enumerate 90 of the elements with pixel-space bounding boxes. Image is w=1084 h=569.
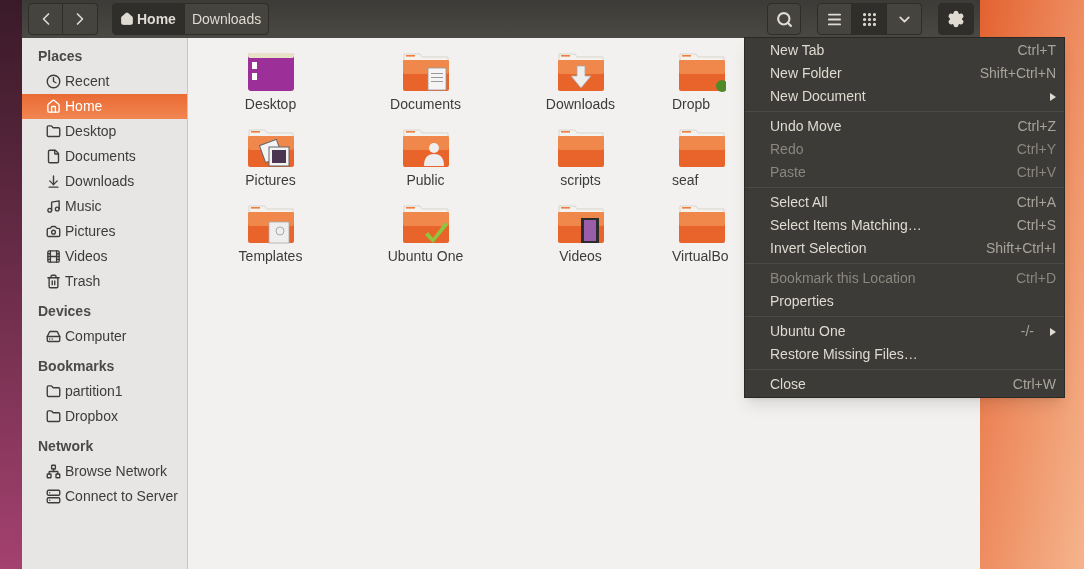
sidebar-item[interactable]: Videos	[22, 244, 187, 269]
menu-item[interactable]: Invert Selection Shift+Ctrl+I	[745, 237, 1064, 260]
grid-view-button[interactable]	[852, 3, 887, 35]
folder-icon	[678, 204, 726, 244]
breadcrumb-button[interactable]: Downloads	[183, 3, 270, 35]
shortcut-label: Ctrl+Z	[1017, 117, 1056, 136]
document-folder-icon	[401, 52, 450, 92]
sidebar-item[interactable]: Downloads	[22, 169, 187, 194]
download-folder-icon	[556, 52, 605, 92]
submenu-arrow-icon	[1050, 92, 1056, 101]
sidebar-item[interactable]: Pictures	[22, 219, 187, 244]
file-label[interactable]: Templates	[238, 246, 303, 267]
shortcut-label: Ctrl+S	[1016, 216, 1056, 235]
menu-item[interactable]: Restore Missing Files…	[745, 343, 1064, 366]
menu-item[interactable]: Properties	[745, 290, 1064, 313]
grid-icon	[860, 10, 878, 28]
sidebar-heading: Bookmarks	[37, 356, 116, 376]
shortcut-label: Shift+Ctrl+I	[985, 239, 1056, 258]
shortcut-label: Ctrl+W	[1012, 375, 1056, 394]
list-view-button[interactable]	[817, 3, 852, 35]
file-label[interactable]: Videos	[559, 246, 602, 267]
file-label[interactable]: Documents	[390, 94, 461, 115]
submenu-arrow-icon	[1050, 327, 1056, 336]
sidebar-item[interactable]: Dropbox	[22, 404, 187, 429]
network-icon	[46, 464, 61, 479]
file-label[interactable]: seaf	[672, 170, 699, 191]
folder-icon	[46, 124, 61, 139]
file-label[interactable]: Dropb	[672, 94, 711, 115]
menu-item[interactable]: Select All Ctrl+A	[745, 191, 1064, 214]
menu-item[interactable]: Undo Move Ctrl+Z	[745, 115, 1064, 138]
sidebar-item[interactable]: Computer	[22, 324, 187, 349]
shortcut-label: Ctrl+V	[1016, 163, 1056, 182]
file-label[interactable]: Downloads	[545, 94, 616, 115]
sidebar-item[interactable]: Trash	[22, 269, 187, 294]
download-icon	[46, 174, 61, 189]
dropdown-view-button[interactable]	[887, 3, 922, 35]
home-icon	[46, 99, 61, 114]
shortcut-label: Ctrl+Y	[1016, 140, 1056, 159]
file-label[interactable]: Pictures	[245, 170, 296, 191]
shortcut-label: Ctrl+A	[1016, 193, 1056, 212]
breadcrumb-button[interactable]: Home	[112, 3, 184, 35]
checkmark-folder-icon	[401, 204, 450, 244]
sidebar-item[interactable]: Connect to Server	[22, 484, 187, 509]
sidebar-item[interactable]: Browse Network	[22, 459, 187, 484]
folder-icon	[678, 52, 726, 92]
music-icon	[46, 199, 61, 214]
menu-item[interactable]: New Document	[745, 85, 1064, 108]
sidebar-item[interactable]: Documents	[22, 144, 187, 169]
server-icon	[46, 489, 61, 504]
sidebar-item[interactable]: Music	[22, 194, 187, 219]
file-label[interactable]: Public	[406, 170, 445, 191]
shortcut-label: Ctrl+T	[1017, 41, 1056, 60]
menu-item[interactable]: New Folder Shift+Ctrl+N	[745, 62, 1064, 85]
drive-icon	[46, 329, 61, 344]
film-icon	[46, 249, 61, 264]
settings-button[interactable]	[938, 3, 974, 35]
search-icon	[775, 10, 793, 28]
shortcut-label: -/-	[1020, 322, 1034, 341]
trash-icon	[46, 274, 61, 289]
file-label[interactable]: VirtualBo	[672, 246, 729, 267]
file-label[interactable]: scripts	[560, 170, 601, 191]
document-icon	[46, 149, 61, 164]
shortcut-label: Ctrl+D	[1015, 269, 1056, 288]
folder-icon	[678, 128, 726, 168]
folder-icon	[556, 128, 605, 168]
film-folder-icon	[556, 204, 605, 244]
menu-item[interactable]: Close Ctrl+W	[745, 373, 1064, 396]
sidebar-heading: Network	[37, 436, 95, 456]
template-folder-icon	[246, 204, 295, 244]
shortcut-label: Shift+Ctrl+N	[979, 64, 1056, 83]
sidebar-item[interactable]: partition1	[22, 379, 187, 404]
menu-item[interactable]: Ubuntu One -/-	[745, 320, 1064, 343]
folder-icon	[46, 409, 61, 424]
file-label[interactable]: Desktop	[244, 94, 297, 115]
menu-item[interactable]: Select Items Matching… Ctrl+S	[745, 214, 1064, 237]
sidebar-item[interactable]: Desktop	[22, 119, 187, 144]
settings-icon	[947, 10, 965, 28]
home-icon	[120, 12, 134, 26]
recent-icon	[46, 74, 61, 89]
sidebar-heading: Devices	[37, 301, 92, 321]
file-label[interactable]: Ubuntu One	[387, 246, 464, 267]
search-button[interactable]	[767, 3, 801, 35]
camera-icon	[46, 224, 61, 239]
sidebar-heading: Places	[37, 46, 84, 66]
menu-item[interactable]: New Tab Ctrl+T	[745, 39, 1064, 62]
person-folder-icon	[401, 128, 450, 168]
folder-icon	[46, 384, 61, 399]
desktop-folder-icon	[246, 52, 295, 92]
pictures-folder-icon	[246, 128, 295, 168]
sidebar-item[interactable]: Recent	[22, 69, 187, 94]
